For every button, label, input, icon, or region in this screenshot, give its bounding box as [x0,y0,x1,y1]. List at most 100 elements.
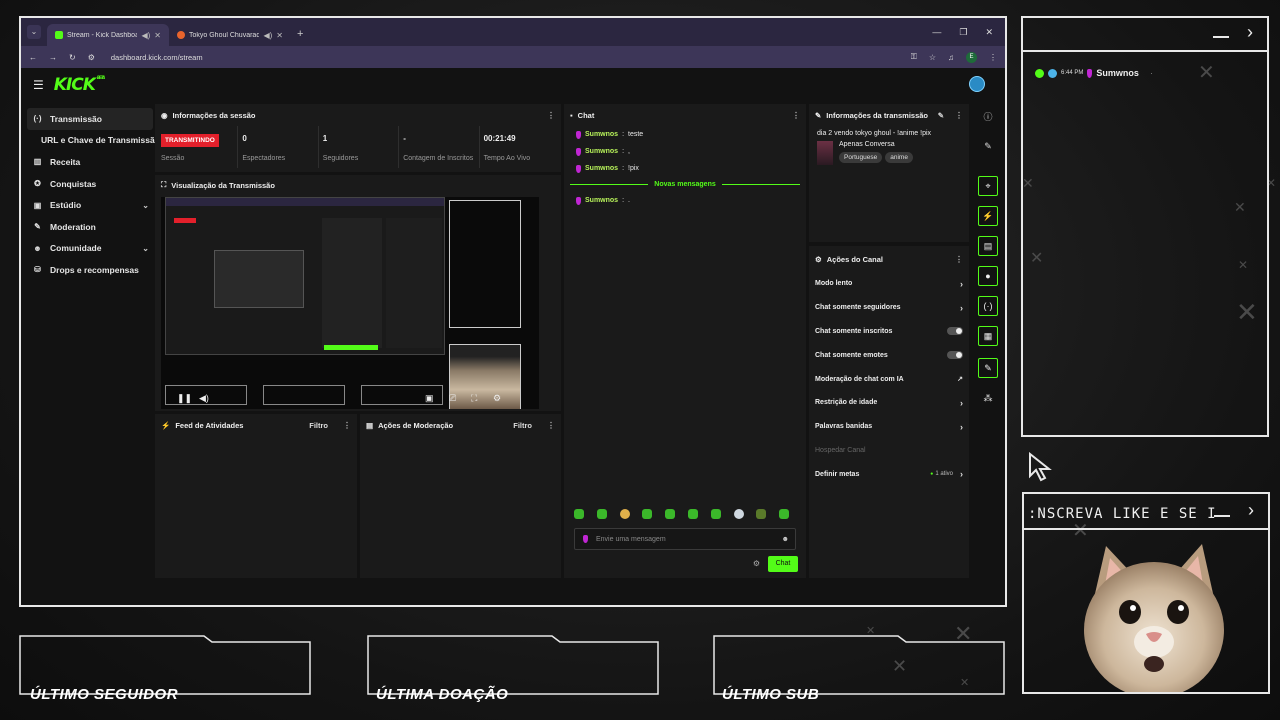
edit-pencil-icon[interactable]: ✎ [938,111,944,120]
emote-icon[interactable] [574,509,584,519]
table-icon[interactable]: ▦ [978,326,998,346]
action-modo-lento[interactable]: Modo lento › [809,272,969,296]
sidebar-item-moderation[interactable]: ✎ Moderation [27,216,153,238]
crosshair-icon[interactable]: ⌖ [978,176,998,196]
broadcast-icon[interactable]: (·) [978,296,998,316]
user-badge-icon [583,535,588,543]
minimize-icon[interactable]: — [932,27,941,38]
pause-icon[interactable]: ❚❚ [177,393,192,404]
action-seguidores[interactable]: Chat somente seguidores › [809,296,969,320]
bookmark-star-icon[interactable]: ☆ [929,53,936,62]
stream-preview-video[interactable]: ❚❚ ◀) ▣ ⎚ ⛶ ⚙ [161,197,539,409]
panel-header: ✎ Informações da transmissão ✎ ⋮ [809,104,969,126]
chat-send-button[interactable]: Chat [768,556,798,572]
more-options-icon[interactable]: ⋮ [343,421,351,430]
more-options-icon[interactable]: ⋮ [955,255,963,264]
info-icon[interactable]: ⓘ [978,106,998,126]
new-tab-button[interactable]: + [297,28,303,40]
colon: : [622,165,625,172]
chat-username[interactable]: Sumwnos [585,197,618,204]
sidebar-item-comunidade[interactable]: ☻ Comunidade ⌄ [27,238,153,260]
media-control-icon[interactable]: ♫ [948,53,954,62]
settings-gear-icon[interactable]: ⚙ [493,393,501,404]
sidebar-item-estudio[interactable]: ▣ Estúdio ⌄ [27,194,153,216]
emote-icon[interactable] [619,509,630,519]
hamburger-menu-icon[interactable]: ☰ [33,78,44,92]
chat-message-input[interactable]: Envie uma mensagem ☻ [574,528,796,550]
chat-message[interactable]: Sumwnos:. [564,192,806,209]
clip-icon[interactable]: ⎚ [449,393,456,404]
extension-e-icon[interactable]: E [966,51,977,63]
action-ia-moderation[interactable]: Moderação de chat com IA ↗ [809,367,969,391]
browser-tab-kick[interactable]: Stream - Kick Dashboard ◀) ✕ [47,24,169,46]
sidebar-item-receita[interactable]: ▥ Receita [27,151,153,173]
close-tab-icon[interactable]: ✕ [154,31,161,40]
forward-icon[interactable]: → [49,53,57,62]
chat-message[interactable]: Sumwnos:, [564,143,806,160]
site-info-icon[interactable]: ⚙ [88,53,95,62]
more-options-icon[interactable]: ⋮ [955,111,963,120]
browser-tab-tokyo-ghoul[interactable]: Tokyo Ghoul Chuvarada - A ◀) ✕ [169,24,291,46]
tag-pill[interactable]: Portuguese [839,152,883,163]
action-age-restriction[interactable]: Restrição de idade › [809,391,969,415]
browser-window: ⌄ Stream - Kick Dashboard ◀) ✕ Tokyo Gho… [19,16,1007,607]
action-banned-words[interactable]: Palavras banidas › [809,415,969,439]
sidebar-item-transmissao[interactable]: (·) Transmissão [27,108,153,130]
chat-username[interactable]: Sumwnos [585,148,618,155]
chat-username[interactable]: Sumwnos [585,131,618,138]
emote-icon[interactable] [779,509,790,519]
drops-icon: ⛁ [34,265,41,275]
chat-message[interactable]: Sumwnos: teste [564,126,806,143]
password-key-icon[interactable]: ⚿ [911,52,917,62]
sidebar-item-label: Conquistas [50,178,97,189]
emotes-only-toggle[interactable] [947,351,963,360]
chat-bubble-icon[interactable]: ● [978,266,998,286]
category-thumbnail[interactable] [817,141,833,165]
back-icon[interactable]: ← [29,53,37,62]
document-icon[interactable]: ▤ [978,236,998,256]
panel-title: Ações do Canal [826,254,883,264]
more-options-icon[interactable]: ⋮ [547,421,555,430]
wrench-icon[interactable]: ✎ [978,358,998,378]
reload-icon[interactable]: ↻ [69,53,76,62]
filter-button[interactable]: Filtro [309,421,328,430]
emote-icon[interactable] [756,509,767,519]
volume-icon[interactable]: ◀) [199,393,209,404]
emote-icon[interactable] [733,509,744,519]
lightning-icon[interactable]: ⚡ [978,206,998,226]
overlay-chat-time: 6:44 PM [1061,70,1084,76]
sidebar-item-url-chave[interactable]: URL e Chave de Transmissão [27,130,160,152]
more-options-icon[interactable]: ⋮ [547,111,555,120]
action-goals[interactable]: Definir metas 1 ativo › [809,462,969,486]
beta-label: BETA [96,75,105,80]
emote-icon[interactable] [596,509,607,519]
chat-settings-gear-icon[interactable]: ⚙ [753,559,760,568]
sidebar-item-drops[interactable]: ⛁ Drops e recompensas [27,259,153,281]
kick-logo[interactable]: KICK BETA [54,75,105,95]
chat-username[interactable]: Sumwnos [585,165,618,172]
filter-button[interactable]: Filtro [513,421,532,430]
menu-kebab-icon[interactable]: ⋮ [989,53,997,62]
subscribers-only-toggle[interactable] [947,327,963,336]
url-field[interactable]: dashboard.kick.com/stream [111,53,899,62]
maximize-icon[interactable]: ❐ [959,27,967,38]
pip-icon[interactable]: ▣ [425,393,434,404]
panel-title: Chat [577,110,595,120]
user-avatar[interactable] [969,76,985,92]
more-tools-icon[interactable]: ⁂ [978,388,998,408]
more-options-icon[interactable]: ⋮ [792,111,800,120]
close-window-icon[interactable]: ✕ [985,27,993,38]
emote-icon[interactable] [687,509,698,519]
close-tab-icon[interactable]: ✕ [276,31,283,40]
emote-icon[interactable] [642,509,653,519]
emote-icon[interactable] [665,509,676,519]
fullscreen-icon[interactable]: ⛶ [471,393,477,404]
sidebar-item-conquistas[interactable]: ✪ Conquistas [27,173,153,195]
tag-pill[interactable]: anime [885,152,913,163]
category-name[interactable]: Apenas Conversa [839,141,913,148]
emoji-picker-icon[interactable]: ☻ [782,536,789,543]
chat-message[interactable]: Sumwnos: !pix [564,160,806,177]
tab-search-dropdown[interactable]: ⌄ [27,25,41,39]
emote-icon[interactable] [710,509,721,519]
pencil-icon[interactable]: ✎ [978,136,998,156]
